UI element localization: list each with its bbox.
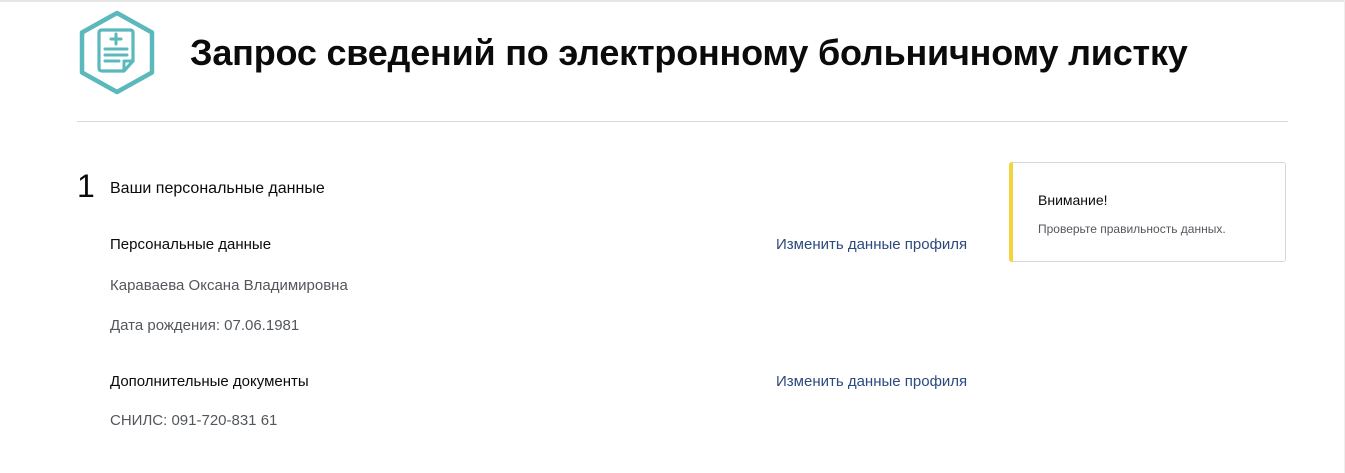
notice-title: Внимание! <box>1038 192 1108 208</box>
additional-documents-heading: Дополнительные документы <box>110 373 309 390</box>
snils-value: СНИЛС: 091-720-831 61 <box>110 412 278 429</box>
birth-date-value: Дата рождения: 07.06.1981 <box>110 317 300 334</box>
full-name-value: Караваева Оксана Владимировна <box>110 277 348 294</box>
personal-data-heading: Персональные данные <box>110 236 272 253</box>
page-title: Запрос сведений по электронному больничн… <box>190 32 1188 73</box>
step-number: 1 <box>77 168 95 204</box>
medical-document-icon <box>79 10 155 95</box>
notice-accent-bar <box>1009 162 1013 262</box>
edit-profile-link-documents[interactable]: Изменить данные профиля <box>776 373 967 390</box>
edit-profile-link-personal[interactable]: Изменить данные профиля <box>776 236 967 253</box>
attention-notice: Внимание! Проверьте правильность данных. <box>1009 162 1286 262</box>
notice-text: Проверьте правильность данных. <box>1038 222 1226 236</box>
top-border <box>0 0 1345 2</box>
step-title: Ваши персональные данные <box>110 180 325 197</box>
header-divider <box>77 121 1288 122</box>
